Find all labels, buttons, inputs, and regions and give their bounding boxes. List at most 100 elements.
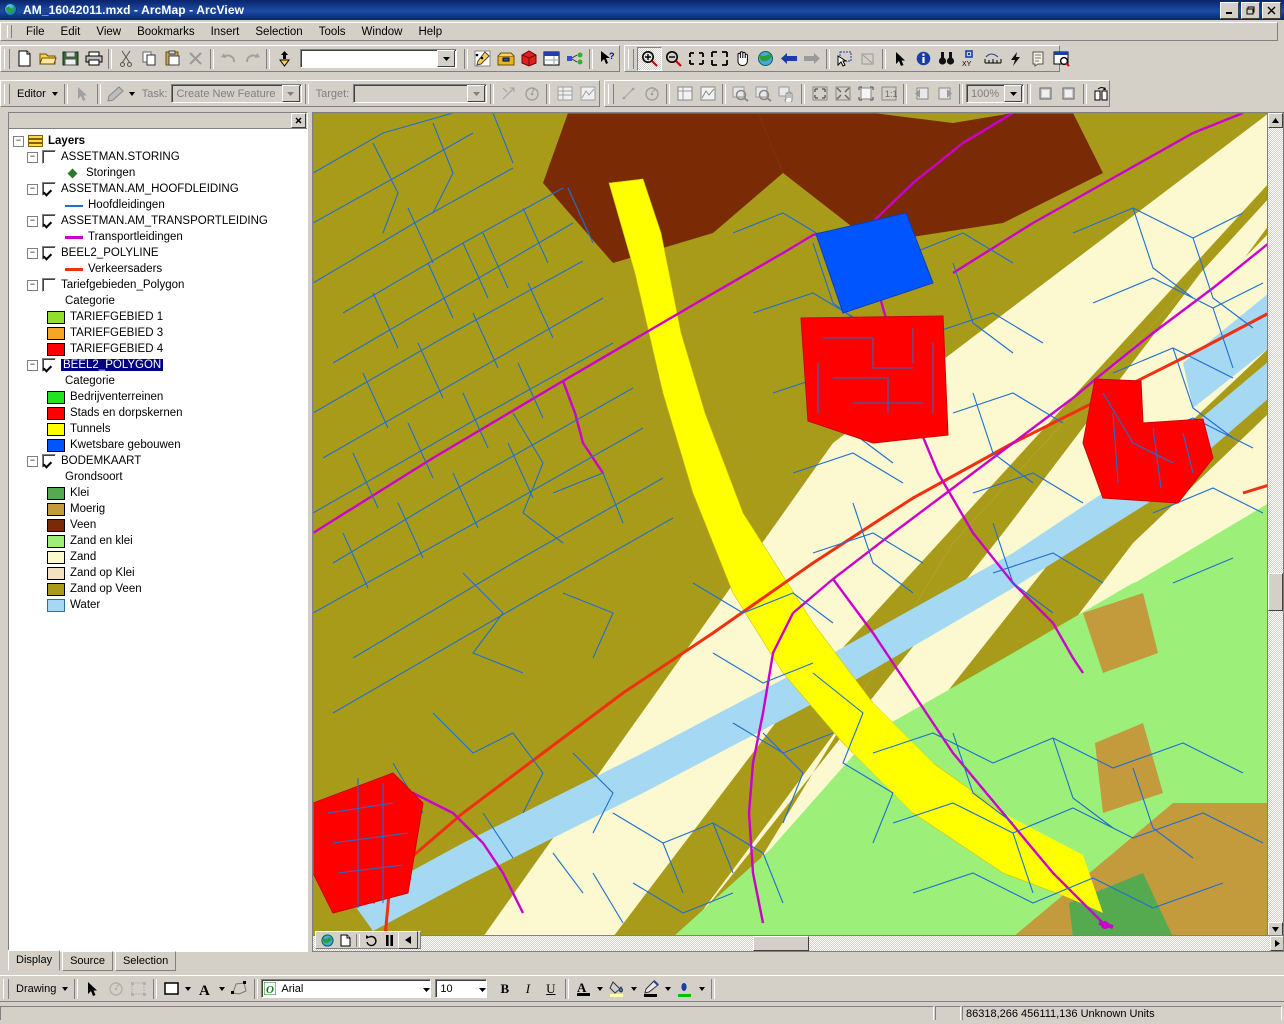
scroll-up-button[interactable] [1268,113,1283,128]
fixed-zoom-in-icon[interactable] [685,48,708,70]
fixed-zoom-in-layout-icon[interactable] [808,83,831,105]
rotate-element-icon[interactable] [104,978,127,1000]
sketch-pencil-icon[interactable] [104,83,127,105]
delete-x-icon[interactable] [184,48,207,70]
model-builder-icon[interactable] [563,48,586,70]
toc-symbol-verkeersaders[interactable]: Verkeersaders [13,261,307,277]
toc-symbol-klei[interactable]: Klei [13,485,307,501]
menu-file[interactable]: File [18,24,53,40]
toc-symbol-water[interactable]: Water [13,597,307,613]
close-button[interactable] [1262,1,1281,19]
zoom-in-icon[interactable] [637,46,662,71]
paste-icon[interactable] [161,48,184,70]
edit-arrow-icon[interactable] [71,83,94,105]
font-color-icon[interactable]: A [572,978,595,1000]
drawing-toolbar-grip[interactable] [3,978,9,999]
menu-edit[interactable]: Edit [53,24,89,40]
collapse-icon[interactable]: − [27,215,38,227]
continuous-refresh-icon[interactable] [362,932,380,948]
toc-layer-bodemkaart[interactable]: − BODEMKAART [13,453,307,469]
zoom-100-percent-icon[interactable]: 1:1 [877,83,900,105]
toc-symbol-zand-op-veen[interactable]: Zand op Veen [13,581,307,597]
font-size-combo[interactable]: 10 [435,979,488,998]
layer-visibility-checkbox[interactable] [42,278,56,292]
chevron-down-icon[interactable] [219,986,226,991]
go-forward-layout-icon[interactable] [933,83,956,105]
layer-visibility-checkbox[interactable] [42,182,56,196]
map-data-frame[interactable] [312,112,1284,952]
pan-layout-icon[interactable] [775,83,798,105]
go-to-xy-icon[interactable]: XY [958,48,981,70]
tab-selection[interactable]: Selection [114,951,177,971]
chevron-down-icon[interactable] [479,983,487,995]
full-extent-globe-icon[interactable] [754,48,777,70]
task-combo[interactable]: Create New Feature [171,84,302,103]
select-elements-arrow-icon[interactable] [81,978,104,1000]
layer-visibility-checkbox[interactable] [42,454,56,468]
new-document-icon[interactable] [13,48,36,70]
font-name-combo[interactable]: O Arial [261,979,432,998]
drawing-menu-button[interactable]: Drawing [12,983,60,995]
line-color-icon[interactable] [640,978,663,1000]
layer-visibility-checkbox[interactable] [42,150,56,164]
chevron-down-icon[interactable] [423,983,431,995]
toc-symbol-tariefgebied-1[interactable]: TARIEFGEBIED 1 [13,309,307,325]
chevron-down-icon[interactable] [185,986,192,991]
chevron-down-icon[interactable] [597,986,604,991]
chevron-down-icon[interactable] [51,91,58,96]
create-viewer-window-icon[interactable] [1050,48,1073,70]
chevron-down-icon[interactable] [281,85,300,102]
sketch-properties-icon[interactable] [576,83,599,105]
edit-vertices-icon[interactable] [228,978,251,1000]
menu-selection[interactable]: Selection [247,24,310,40]
menubar-grip[interactable] [7,25,12,38]
attributes-icon[interactable] [673,83,696,105]
minimize-button[interactable] [1220,1,1239,19]
group-elements-icon[interactable] [127,978,150,1000]
add-data-icon[interactable] [273,48,296,70]
toc-layer-beel2-polyline[interactable]: − BEEL2_POLYLINE [13,245,307,261]
collapse-icon[interactable]: − [27,279,38,291]
editor-menu-button[interactable]: Editor [13,88,50,100]
toc-symbol-tariefgebied-3[interactable]: TARIEFGEBIED 3 [13,325,307,341]
collapse-icon[interactable]: − [27,359,38,371]
collapse-icon[interactable]: − [27,183,38,195]
map-vertical-scrollbar[interactable] [1267,113,1283,951]
toc-layer-tariefgebieden-polygon[interactable]: − Tariefgebieden_Polygon [13,277,307,293]
menu-view[interactable]: View [88,24,129,40]
toc-symbol-storingen[interactable]: Storingen [13,165,307,181]
close-icon[interactable] [291,113,306,128]
bold-button[interactable]: B [493,978,516,1000]
italic-button[interactable]: I [516,978,539,1000]
rotate-tool-icon[interactable] [640,83,663,105]
previous-extent-icon[interactable] [398,931,418,949]
target-combo[interactable] [353,84,487,103]
split-icon[interactable] [497,83,520,105]
catalog-icon[interactable] [517,48,540,70]
toc-symbol-stads-en-dorpskernen[interactable]: Stads en dorpskernen [13,405,307,421]
toc-symbol-kwetsbare-gebouwen[interactable]: Kwetsbare gebouwen [13,437,307,453]
toc-symbol-veen[interactable]: Veen [13,517,307,533]
go-back-layout-icon[interactable] [910,83,933,105]
tools-toolbar-grip[interactable] [628,48,634,69]
toc-symbol-zand-op-klei[interactable]: Zand op Klei [13,565,307,581]
go-forward-extent-icon[interactable] [800,48,823,70]
split-tool-icon[interactable] [617,83,640,105]
tab-display[interactable]: Display [8,950,61,971]
chevron-down-icon[interactable] [62,986,69,991]
restore-button[interactable] [1241,1,1260,19]
zoom-out-icon[interactable] [662,48,685,70]
collapse-icon[interactable]: − [27,455,38,467]
toc-layer-assetman-storing[interactable]: − ASSETMAN.STORING [13,149,307,165]
chevron-down-icon[interactable] [437,50,455,67]
pause-icon[interactable] [380,932,398,948]
toc-symbol-zand[interactable]: Zand [13,549,307,565]
toc-symbol-moerig[interactable]: Moerig [13,501,307,517]
toc-symbol-zand-en-klei[interactable]: Zand en klei [13,533,307,549]
page-icon[interactable] [336,932,354,948]
sketch-chart-icon[interactable] [696,83,719,105]
print-icon[interactable] [82,48,105,70]
layout-zoom-combo[interactable]: 100% [966,84,1025,103]
measure-icon[interactable] [981,48,1004,70]
zoom-in-layout-icon[interactable] [729,83,752,105]
